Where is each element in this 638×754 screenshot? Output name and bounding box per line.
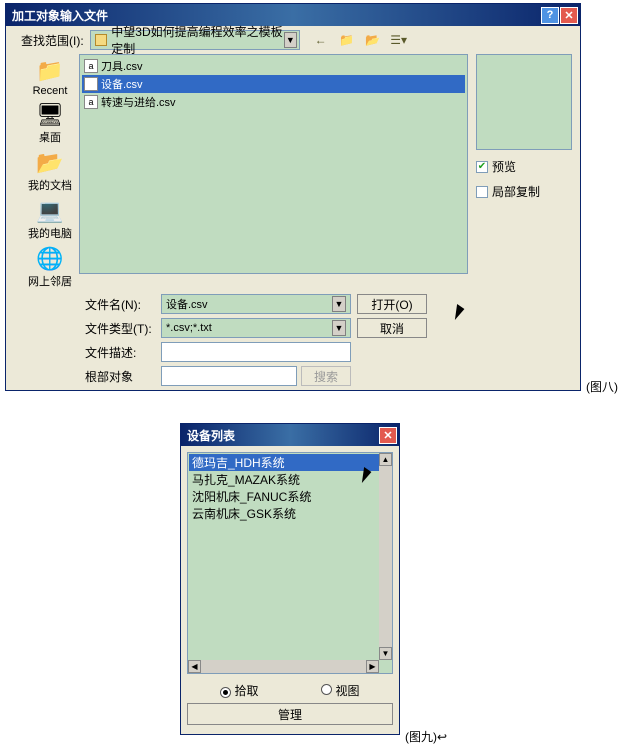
list-item[interactable]: 沈阳机床_FANUC系统: [189, 488, 391, 505]
close-button[interactable]: ✕: [379, 427, 397, 444]
filedesc-label: 文件描述:: [85, 344, 155, 361]
look-in-value: 中望3D如何提高编程效率之模板定制: [111, 23, 284, 57]
titlebar: 设备列表 ✕: [181, 424, 399, 446]
places-bar: 📁Recent 🖥桌面 📂我的文档 💻我的电脑 🌐网上邻居: [21, 54, 79, 290]
list-item[interactable]: 云南机床_GSK系统: [189, 505, 391, 522]
sidebar-item-desktop[interactable]: 🖥桌面: [34, 100, 66, 146]
chevron-down-icon[interactable]: ▼: [332, 296, 346, 312]
dialog-title: 设备列表: [187, 427, 379, 444]
chevron-down-icon[interactable]: ▼: [284, 32, 297, 48]
list-item[interactable]: 德玛吉_HDH系统: [189, 454, 391, 471]
dialog-title: 加工对象输入文件: [12, 7, 541, 24]
back-icon[interactable]: ←: [312, 31, 330, 49]
documents-icon: 📂: [35, 149, 65, 177]
sidebar-item-network[interactable]: 🌐网上邻居: [27, 244, 73, 290]
close-button[interactable]: ✕: [560, 7, 578, 24]
filetype-dropdown[interactable]: *.csv;*.txt▼: [161, 318, 351, 338]
desktop-icon: 🖥: [35, 101, 65, 129]
list-item[interactable]: 马扎克_MAZAK系统: [189, 471, 391, 488]
vertical-scrollbar[interactable]: ▲▼: [379, 453, 392, 660]
look-in-label: 查找范围(I):: [21, 32, 90, 49]
file-list[interactable]: a刀具.csv a设备.csv a转速与进给.csv: [79, 54, 468, 274]
rootobj-label: 根部对象: [85, 368, 155, 385]
chevron-down-icon[interactable]: ▼: [332, 320, 346, 336]
open-button[interactable]: 打开(O): [357, 294, 427, 314]
file-icon: a: [84, 59, 98, 73]
local-copy-checkbox[interactable]: 局部复制: [476, 183, 572, 200]
filename-label: 文件名(N):: [85, 296, 155, 313]
radio-pick[interactable]: 拾取: [220, 682, 258, 699]
figure-caption-9: (图九)↩: [405, 728, 447, 745]
manage-button[interactable]: 管理: [187, 703, 393, 725]
file-icon: a: [84, 77, 98, 91]
sidebar-item-recent[interactable]: 📁Recent: [32, 56, 69, 98]
sidebar-item-computer[interactable]: 💻我的电脑: [27, 196, 73, 242]
network-icon: 🌐: [35, 245, 65, 273]
file-item[interactable]: a刀具.csv: [82, 57, 465, 75]
device-list-dialog: 设备列表 ✕ 德玛吉_HDH系统 马扎克_MAZAK系统 沈阳机床_FANUC系…: [180, 423, 400, 735]
device-listbox[interactable]: 德玛吉_HDH系统 马扎克_MAZAK系统 沈阳机床_FANUC系统 云南机床_…: [187, 452, 393, 674]
horizontal-scrollbar[interactable]: ◀▶: [188, 660, 379, 673]
filename-input[interactable]: 设备.csv▼: [161, 294, 351, 314]
file-icon: a: [84, 95, 98, 109]
recent-icon: 📁: [35, 57, 65, 85]
sidebar-item-documents[interactable]: 📂我的文档: [27, 148, 73, 194]
new-folder-icon[interactable]: 📂: [364, 31, 382, 49]
file-item[interactable]: a设备.csv: [82, 75, 465, 93]
file-item[interactable]: a转速与进给.csv: [82, 93, 465, 111]
help-button[interactable]: ?: [541, 7, 559, 24]
search-button: 搜索: [301, 366, 351, 386]
titlebar: 加工对象输入文件 ? ✕: [6, 4, 580, 26]
view-menu-icon[interactable]: ☰▾: [390, 31, 408, 49]
up-folder-icon[interactable]: 📁: [338, 31, 356, 49]
preview-checkbox[interactable]: ✔预览: [476, 158, 572, 175]
folder-icon: [95, 34, 108, 46]
filetype-label: 文件类型(T):: [85, 320, 155, 337]
preview-panel: [476, 54, 572, 150]
radio-view[interactable]: 视图: [321, 682, 359, 699]
cancel-button[interactable]: 取消: [357, 318, 427, 338]
computer-icon: 💻: [35, 197, 65, 225]
file-open-dialog: 加工对象输入文件 ? ✕ 查找范围(I): 中望3D如何提高编程效率之模板定制 …: [5, 3, 581, 391]
look-in-dropdown[interactable]: 中望3D如何提高编程效率之模板定制 ▼: [90, 30, 300, 50]
rootobj-input[interactable]: [161, 366, 297, 386]
figure-caption-8: (图八): [586, 378, 618, 395]
filedesc-input[interactable]: [161, 342, 351, 362]
